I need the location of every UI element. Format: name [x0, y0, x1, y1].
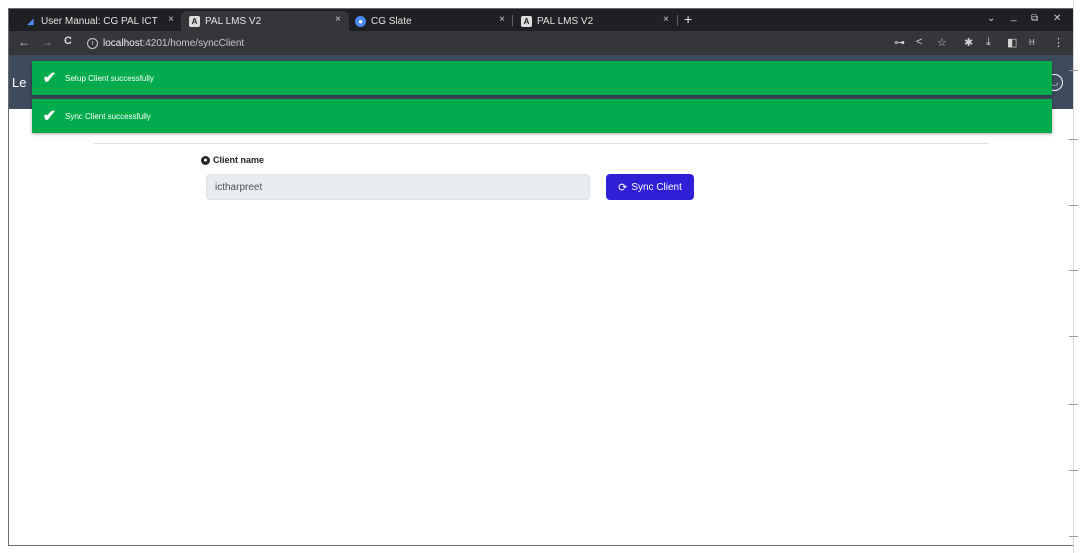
browser-window: ◢ User Manual: CG PAL ICT × A PAL LMS V2… [8, 8, 1074, 546]
edge-tick [1069, 536, 1078, 537]
user-circle-icon: ● [201, 155, 210, 165]
extensions-icon[interactable]: ✱ [964, 36, 973, 49]
app-brand[interactable]: Le [12, 75, 26, 90]
client-name-label-text: Client name [213, 155, 265, 165]
toast-setup-success[interactable]: ✔ Setup Client successfully [32, 61, 1052, 95]
browser-toolbar: ← → C i localhost:4201/home/syncClient ⊶… [9, 31, 1073, 55]
edge-tick [1069, 205, 1078, 206]
tab-title: User Manual: CG PAL ICT [41, 15, 158, 27]
edge-tick [1069, 470, 1078, 471]
toast-sync-success[interactable]: ✔ Sync Client successfully [32, 99, 1052, 133]
tab-title: CG Slate [371, 15, 412, 27]
angular-icon: A [189, 15, 200, 27]
checkmark-icon: ✔ [42, 70, 57, 87]
tab-user-manual[interactable]: ◢ User Manual: CG PAL ICT × [17, 11, 182, 31]
minimize-button[interactable]: _ [1011, 11, 1017, 22]
browser-menu-icon[interactable]: ⋮ [1053, 36, 1064, 49]
password-key-icon[interactable]: ⊶ [894, 36, 905, 49]
url-host: localhost [103, 37, 143, 49]
edge-tick [1069, 270, 1078, 271]
tab-separator [677, 15, 678, 26]
document-icon: ◢ [27, 16, 34, 26]
tab-strip: ◢ User Manual: CG PAL ICT × A PAL LMS V2… [9, 9, 1073, 31]
tab-close-icon[interactable]: × [663, 14, 669, 25]
tab-close-icon[interactable]: × [168, 14, 174, 25]
tab-cg-slate[interactable]: ● CG Slate × [347, 11, 513, 31]
checkmark-icon: ✔ [42, 108, 57, 125]
client-name-input[interactable] [206, 174, 590, 200]
url-path: :4201/home/syncClient [142, 37, 245, 49]
tab-search-icon[interactable]: ⌄ [987, 13, 995, 24]
back-button[interactable]: ← [18, 35, 30, 49]
share-icon[interactable]: < [916, 36, 922, 48]
tab-close-icon[interactable]: × [335, 14, 341, 25]
restore-button[interactable]: ⧉ [1031, 13, 1038, 24]
tab-pal-lms-active[interactable]: A PAL LMS V2 × [181, 11, 349, 31]
edge-tick [1069, 336, 1078, 337]
tab-pal-lms[interactable]: A PAL LMS V2 × [513, 11, 677, 31]
profile-icon[interactable]: H [1029, 38, 1035, 47]
edge-tick [1069, 139, 1078, 140]
new-tab-button[interactable]: + [684, 11, 692, 27]
content-divider [94, 143, 989, 144]
tab-title: PAL LMS V2 [537, 15, 594, 27]
side-panel-icon[interactable]: ◧ [1007, 36, 1017, 49]
tab-title: PAL LMS V2 [205, 15, 262, 27]
bookmark-star-icon[interactable]: ☆ [937, 36, 947, 49]
forward-button[interactable]: → [41, 35, 53, 49]
toast-message: Setup Client successfully [65, 73, 154, 83]
edge-tick [1069, 404, 1078, 405]
reload-button[interactable]: C [64, 35, 72, 47]
download-icon[interactable]: ⤓ [986, 36, 991, 49]
edge-tick [1069, 70, 1078, 71]
slate-icon: ● [355, 15, 366, 27]
close-window-button[interactable]: ✕ [1053, 13, 1061, 24]
tab-close-icon[interactable]: × [499, 14, 505, 25]
angular-icon: A [521, 15, 532, 27]
site-info-icon[interactable]: i [87, 37, 98, 49]
toast-message: Sync Client successfully [65, 111, 151, 121]
client-name-label: ● Client name [201, 155, 264, 165]
sync-icon: ⟳ [618, 181, 628, 194]
sync-client-label: Sync Client [631, 181, 682, 193]
address-bar[interactable]: i localhost:4201/home/syncClient [87, 33, 827, 53]
sync-client-button[interactable]: ⟳ Sync Client [606, 174, 694, 200]
